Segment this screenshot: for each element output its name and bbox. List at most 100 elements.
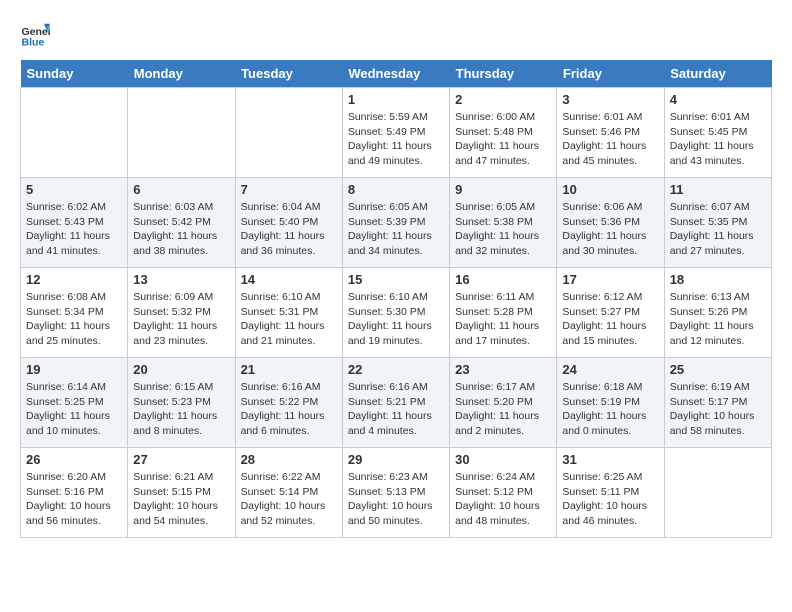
day-header-sunday: Sunday <box>21 60 128 88</box>
day-number: 5 <box>26 182 122 197</box>
day-number: 30 <box>455 452 551 467</box>
day-number: 16 <box>455 272 551 287</box>
calendar-table: SundayMondayTuesdayWednesdayThursdayFrid… <box>20 60 772 538</box>
day-cell: 3Sunrise: 6:01 AM Sunset: 5:46 PM Daylig… <box>557 88 664 178</box>
day-cell: 27 Sunrise: 6:21 AM Sunset: 5:15 PM Dayli… <box>128 448 235 538</box>
day-info: Sunrise: 6:22 AM Sunset: 5:14 PM Dayligh… <box>241 470 337 529</box>
day-info: Sunrise: 6:07 AM Sunset: 5:35 PM Dayligh… <box>670 200 766 259</box>
day-cell: 10Sunrise: 6:06 AM Sunset: 5:36 PM Dayli… <box>557 178 664 268</box>
day-info: Sunrise: 6:19 AM Sunset: 5:17 PM Dayligh… <box>670 380 766 439</box>
day-info: Sunrise: 6:11 AM Sunset: 5:28 PM Dayligh… <box>455 290 551 349</box>
day-number: 28 <box>241 452 337 467</box>
day-number: 26 <box>26 452 122 467</box>
day-cell: 2 Sunrise: 6:00 AM Sunset: 5:48 PM Daylig… <box>450 88 557 178</box>
day-info: Sunrise: 6:02 AM Sunset: 5:43 PM Dayligh… <box>26 200 122 259</box>
day-number: 6 <box>133 182 229 197</box>
day-info: Sunrise: 6:05 AM Sunset: 5:38 PM Dayligh… <box>455 200 551 259</box>
day-info: Sunrise: 5:59 AM Sunset: 5:49 PM Dayligh… <box>348 110 444 169</box>
day-cell: 30 Sunrise: 6:24 AM Sunset: 5:12 PM Dayli… <box>450 448 557 538</box>
header: General Blue <box>20 20 772 50</box>
day-number: 7 <box>241 182 337 197</box>
day-number: 8 <box>348 182 444 197</box>
day-number: 14 <box>241 272 337 287</box>
day-number: 2 <box>455 92 551 107</box>
logo-icon: General Blue <box>20 20 50 50</box>
day-info: Sunrise: 6:04 AM Sunset: 5:40 PM Dayligh… <box>241 200 337 259</box>
day-header-saturday: Saturday <box>664 60 771 88</box>
day-number: 31 <box>562 452 658 467</box>
day-cell: 20 Sunrise: 6:15 AM Sunset: 5:23 PM Dayli… <box>128 358 235 448</box>
day-cell: 14 Sunrise: 6:10 AM Sunset: 5:31 PM Dayli… <box>235 268 342 358</box>
day-cell: 31Sunrise: 6:25 AM Sunset: 5:11 PM Dayli… <box>557 448 664 538</box>
day-cell: 4 Sunrise: 6:01 AM Sunset: 5:45 PM Daylig… <box>664 88 771 178</box>
day-cell <box>664 448 771 538</box>
day-cell: 6 Sunrise: 6:03 AM Sunset: 5:42 PM Daylig… <box>128 178 235 268</box>
day-cell: 24Sunrise: 6:18 AM Sunset: 5:19 PM Dayli… <box>557 358 664 448</box>
day-number: 27 <box>133 452 229 467</box>
day-info: Sunrise: 6:13 AM Sunset: 5:26 PM Dayligh… <box>670 290 766 349</box>
day-info: Sunrise: 6:20 AM Sunset: 5:16 PM Dayligh… <box>26 470 122 529</box>
day-number: 17 <box>562 272 658 287</box>
day-cell: 11Sunrise: 6:07 AM Sunset: 5:35 PM Dayli… <box>664 178 771 268</box>
week-row-5: 26 Sunrise: 6:20 AM Sunset: 5:16 PM Dayli… <box>21 448 772 538</box>
day-info: Sunrise: 6:15 AM Sunset: 5:23 PM Dayligh… <box>133 380 229 439</box>
day-number: 3 <box>562 92 658 107</box>
logo: General Blue <box>20 20 50 50</box>
day-cell: 16 Sunrise: 6:11 AM Sunset: 5:28 PM Dayli… <box>450 268 557 358</box>
day-number: 21 <box>241 362 337 377</box>
day-info: Sunrise: 6:00 AM Sunset: 5:48 PM Dayligh… <box>455 110 551 169</box>
day-number: 20 <box>133 362 229 377</box>
day-info: Sunrise: 6:01 AM Sunset: 5:45 PM Dayligh… <box>670 110 766 169</box>
day-info: Sunrise: 6:08 AM Sunset: 5:34 PM Dayligh… <box>26 290 122 349</box>
week-row-3: 12 Sunrise: 6:08 AM Sunset: 5:34 PM Dayli… <box>21 268 772 358</box>
day-cell: 7 Sunrise: 6:04 AM Sunset: 5:40 PM Daylig… <box>235 178 342 268</box>
day-info: Sunrise: 6:05 AM Sunset: 5:39 PM Dayligh… <box>348 200 444 259</box>
day-number: 25 <box>670 362 766 377</box>
day-cell: 9 Sunrise: 6:05 AM Sunset: 5:38 PM Daylig… <box>450 178 557 268</box>
day-cell: 13 Sunrise: 6:09 AM Sunset: 5:32 PM Dayli… <box>128 268 235 358</box>
day-cell: 29Sunrise: 6:23 AM Sunset: 5:13 PM Dayli… <box>342 448 449 538</box>
week-row-2: 5 Sunrise: 6:02 AM Sunset: 5:43 PM Daylig… <box>21 178 772 268</box>
week-row-4: 19Sunrise: 6:14 AM Sunset: 5:25 PM Dayli… <box>21 358 772 448</box>
day-number: 10 <box>562 182 658 197</box>
day-cell: 5 Sunrise: 6:02 AM Sunset: 5:43 PM Daylig… <box>21 178 128 268</box>
day-cell: 12 Sunrise: 6:08 AM Sunset: 5:34 PM Dayli… <box>21 268 128 358</box>
day-number: 9 <box>455 182 551 197</box>
day-header-monday: Monday <box>128 60 235 88</box>
day-info: Sunrise: 6:10 AM Sunset: 5:31 PM Dayligh… <box>241 290 337 349</box>
day-cell: 17Sunrise: 6:12 AM Sunset: 5:27 PM Dayli… <box>557 268 664 358</box>
day-info: Sunrise: 6:16 AM Sunset: 5:21 PM Dayligh… <box>348 380 444 439</box>
day-info: Sunrise: 6:14 AM Sunset: 5:25 PM Dayligh… <box>26 380 122 439</box>
day-cell: 19Sunrise: 6:14 AM Sunset: 5:25 PM Dayli… <box>21 358 128 448</box>
day-cell: 26 Sunrise: 6:20 AM Sunset: 5:16 PM Dayli… <box>21 448 128 538</box>
day-info: Sunrise: 6:10 AM Sunset: 5:30 PM Dayligh… <box>348 290 444 349</box>
day-info: Sunrise: 6:24 AM Sunset: 5:12 PM Dayligh… <box>455 470 551 529</box>
day-header-tuesday: Tuesday <box>235 60 342 88</box>
day-number: 22 <box>348 362 444 377</box>
day-number: 13 <box>133 272 229 287</box>
day-cell: 22 Sunrise: 6:16 AM Sunset: 5:21 PM Dayli… <box>342 358 449 448</box>
day-info: Sunrise: 6:09 AM Sunset: 5:32 PM Dayligh… <box>133 290 229 349</box>
day-cell <box>128 88 235 178</box>
day-cell: 15Sunrise: 6:10 AM Sunset: 5:30 PM Dayli… <box>342 268 449 358</box>
day-number: 12 <box>26 272 122 287</box>
day-cell: 23 Sunrise: 6:17 AM Sunset: 5:20 PM Dayli… <box>450 358 557 448</box>
day-cell: 18 Sunrise: 6:13 AM Sunset: 5:26 PM Dayli… <box>664 268 771 358</box>
day-header-wednesday: Wednesday <box>342 60 449 88</box>
day-cell <box>235 88 342 178</box>
day-cell: 21Sunrise: 6:16 AM Sunset: 5:22 PM Dayli… <box>235 358 342 448</box>
day-number: 23 <box>455 362 551 377</box>
day-cell: 28 Sunrise: 6:22 AM Sunset: 5:14 PM Dayli… <box>235 448 342 538</box>
header-row: SundayMondayTuesdayWednesdayThursdayFrid… <box>21 60 772 88</box>
day-cell: 1 Sunrise: 5:59 AM Sunset: 5:49 PM Daylig… <box>342 88 449 178</box>
day-number: 24 <box>562 362 658 377</box>
day-number: 1 <box>348 92 444 107</box>
day-number: 18 <box>670 272 766 287</box>
day-info: Sunrise: 6:21 AM Sunset: 5:15 PM Dayligh… <box>133 470 229 529</box>
day-cell: 25 Sunrise: 6:19 AM Sunset: 5:17 PM Dayli… <box>664 358 771 448</box>
day-info: Sunrise: 6:03 AM Sunset: 5:42 PM Dayligh… <box>133 200 229 259</box>
day-info: Sunrise: 6:23 AM Sunset: 5:13 PM Dayligh… <box>348 470 444 529</box>
day-number: 4 <box>670 92 766 107</box>
day-info: Sunrise: 6:17 AM Sunset: 5:20 PM Dayligh… <box>455 380 551 439</box>
day-cell <box>21 88 128 178</box>
